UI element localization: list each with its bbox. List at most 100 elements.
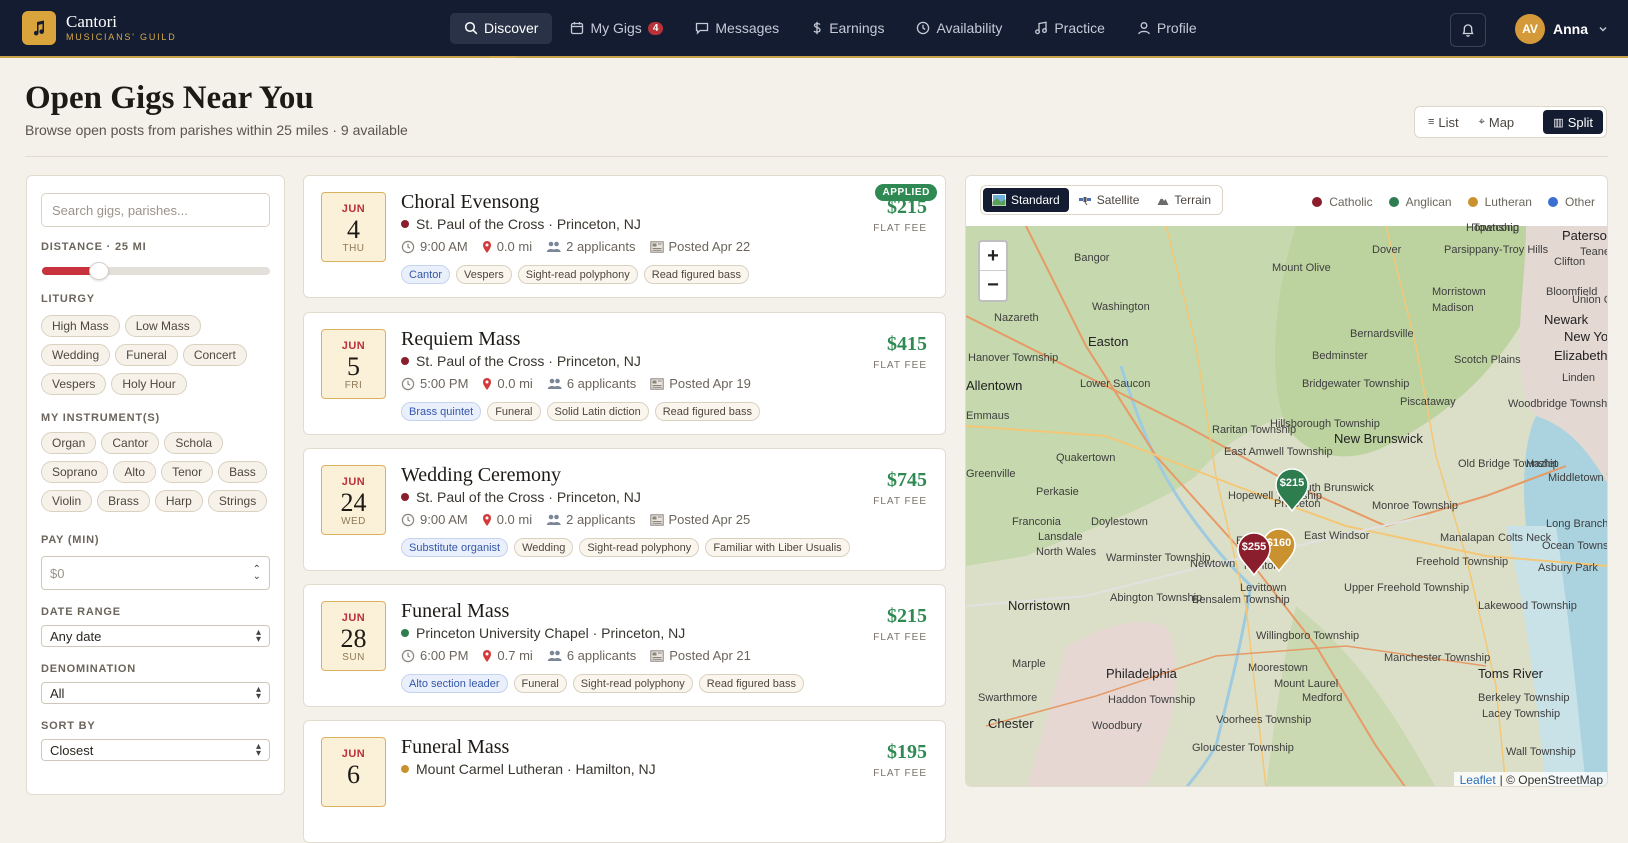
map-place-label: Greenville (966, 468, 1016, 480)
chip-tenor[interactable]: Tenor (161, 461, 214, 483)
brand[interactable]: Cantori MUSICIANS' GUILD (22, 11, 402, 45)
denomination-dot (401, 357, 409, 365)
distance-label: DISTANCE · 25 MI (41, 241, 147, 253)
map-place-label: Mount Olive (1272, 262, 1331, 274)
gig-card[interactable]: JUN 28 SUN Funeral Mass Princeton Univer… (303, 584, 946, 707)
zoom-in-button[interactable]: + (980, 242, 1006, 271)
gig-card[interactable]: JUN 5 FRI Requiem Mass St. Paul of the C… (303, 312, 946, 435)
nav-messages-label: Messages (715, 20, 780, 36)
my-gigs-count-badge: 4 (647, 21, 664, 35)
nav-profile[interactable]: Profile (1123, 13, 1211, 44)
chip-alto[interactable]: Alto (113, 461, 157, 483)
chip-bass[interactable]: Bass (218, 461, 267, 483)
mountain-icon (1157, 197, 1169, 205)
gig-tag: Wedding (514, 538, 574, 557)
leaflet-link[interactable]: Leaflet (1460, 773, 1496, 786)
gig-month: JUN (341, 748, 366, 760)
filters-panel: DISTANCE · 25 MI LITURGY High Mass Low M… (26, 175, 285, 795)
search-input[interactable] (41, 193, 270, 227)
chip-organ[interactable]: Organ (41, 432, 97, 454)
chip-strings[interactable]: Strings (207, 490, 268, 512)
map-place-label: Township (1473, 222, 1519, 234)
pay-min-placeholder: $0 (50, 565, 65, 581)
user-icon (1138, 22, 1150, 35)
chip-cantor[interactable]: Cantor (101, 432, 160, 454)
gig-fee-type: FLAT FEE (873, 360, 927, 371)
map-place-label: Voorhees Township (1216, 714, 1312, 726)
gig-venue: St. Paul of the Cross · Princeton, NJ (401, 216, 641, 232)
gig-card[interactable]: JUN 6 Funeral Mass Mount Carmel Lutheran… (303, 720, 946, 843)
distance-slider[interactable] (42, 262, 270, 280)
gig-tags: Brass quintet Funeral Solid Latin dictio… (401, 402, 766, 421)
map-pin[interactable]: $215 (1274, 468, 1310, 512)
gig-date: JUN 6 (321, 737, 386, 807)
gig-month: JUN (341, 476, 366, 488)
view-map-button[interactable]: ⌖ Map (1469, 110, 1525, 134)
map-place-label: New Brunswick (1334, 431, 1423, 446)
select-arrows-icon: ▴ ▾ (255, 627, 261, 645)
chip-high-mass[interactable]: High Mass (41, 315, 120, 337)
gig-date: JUN 4 THU (321, 192, 386, 262)
gig-venue-text: St. Paul of the Cross · Princeton, NJ (416, 353, 641, 369)
map-tab-satellite[interactable]: Satellite (1069, 188, 1149, 212)
chip-harp[interactable]: Harp (154, 490, 203, 512)
people-icon (547, 378, 562, 389)
denomination-value: All (50, 685, 65, 701)
gig-venue-text: Mount Carmel Lutheran · Hamilton, NJ (416, 761, 656, 777)
chip-low-mass[interactable]: Low Mass (124, 315, 201, 337)
gig-card[interactable]: JUN 4 THU Choral Evensong St. Paul of th… (303, 175, 946, 298)
map-place-label: Ocean Township (1542, 540, 1608, 552)
gig-price: $745 (887, 469, 927, 491)
people-icon (546, 241, 561, 252)
chip-wedding[interactable]: Wedding (41, 344, 111, 366)
denomination-select[interactable]: All ▴ ▾ (41, 682, 270, 704)
nav-earnings[interactable]: Earnings (797, 13, 898, 44)
nav-discover[interactable]: Discover (450, 12, 553, 58)
nav-availability[interactable]: Availability (902, 13, 1016, 44)
chip-violin[interactable]: Violin (41, 490, 93, 512)
gig-venue: Mount Carmel Lutheran · Hamilton, NJ (401, 761, 656, 777)
page-title: Open Gigs Near You (25, 80, 314, 116)
chip-schola[interactable]: Schola (164, 432, 224, 454)
sort-select[interactable]: Closest ▴ ▾ (41, 739, 270, 761)
view-split-button[interactable]: ▥ Split (1543, 110, 1603, 134)
map-place-label: East Windsor (1304, 530, 1370, 542)
gig-fee-type: FLAT FEE (873, 632, 927, 643)
pay-min-input[interactable]: $0 ⌃ ⌄ (41, 556, 270, 590)
chip-funeral[interactable]: Funeral (115, 344, 178, 366)
nav-messages[interactable]: Messages (681, 13, 793, 44)
gig-fee-type: FLAT FEE (873, 496, 927, 507)
map-pin[interactable]: $255 (1236, 532, 1272, 576)
map-tab-standard[interactable]: Standard (983, 188, 1069, 212)
gig-title: Funeral Mass (401, 600, 510, 622)
map-place-label: Piscataway (1400, 396, 1456, 408)
view-list-button[interactable]: ≡ List (1418, 110, 1469, 134)
chip-brass[interactable]: Brass (97, 490, 150, 512)
notifications-button[interactable] (1450, 13, 1486, 47)
gig-applicants: 2 applicants (566, 239, 636, 254)
chip-holy-hour[interactable]: Holy Hour (111, 373, 187, 395)
map-place-label: Woodbury (1092, 720, 1142, 732)
nav-my-gigs[interactable]: My Gigs 4 (556, 13, 677, 44)
map-canvas[interactable]: Hopatcong Dover Parsippany-Troy Hills Pa… (966, 222, 1608, 786)
map-tab-terrain[interactable]: Terrain (1148, 188, 1220, 212)
legend-other: Other (1564, 195, 1595, 209)
map-place-label: Perkasie (1036, 486, 1079, 498)
gig-weekday: FRI (344, 380, 363, 391)
gig-distance: 0.0 mi (496, 512, 533, 527)
select-arrows-icon: ▴ ▾ (255, 741, 261, 759)
gig-tag: Familiar with Liber Usualis (705, 538, 850, 557)
date-range-select[interactable]: Any date ▴ ▾ (41, 625, 270, 647)
brand-subtitle: MUSICIANS' GUILD (66, 32, 177, 42)
user-menu[interactable]: AV Anna (1515, 14, 1608, 44)
gig-price: $195 (887, 741, 927, 763)
chip-soprano[interactable]: Soprano (41, 461, 109, 483)
nav-practice[interactable]: Practice (1020, 13, 1119, 44)
gig-card[interactable]: JUN 24 WED Wedding Ceremony St. Paul of … (303, 448, 946, 571)
map-place-label: Monroe Township (1372, 500, 1459, 512)
chip-concert[interactable]: Concert (182, 344, 247, 366)
chip-vespers[interactable]: Vespers (41, 373, 107, 395)
distance-slider-handle[interactable] (89, 262, 109, 280)
zoom-out-button[interactable]: − (980, 271, 1006, 300)
map-place-label: Scotch Plains (1454, 354, 1521, 366)
